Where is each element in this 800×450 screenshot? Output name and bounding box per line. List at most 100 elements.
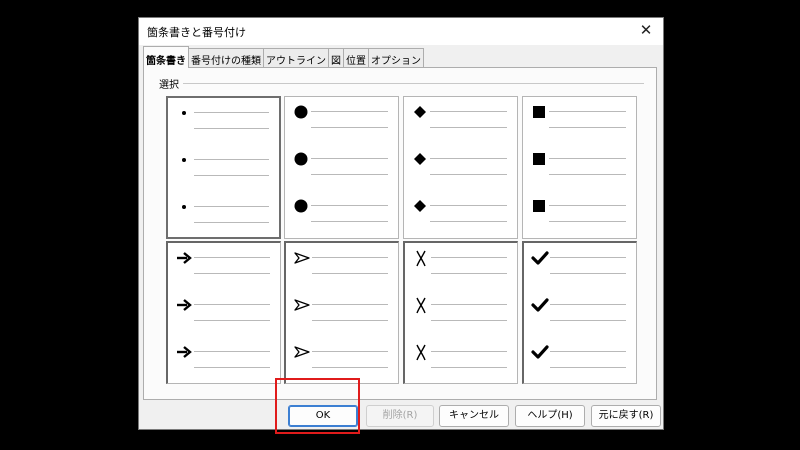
placeholder-text-line xyxy=(312,367,388,368)
tab-numbering-type[interactable]: 番号付けの種類 xyxy=(188,48,264,68)
placeholder-text-line xyxy=(312,304,388,305)
placeholder-text-line xyxy=(311,205,388,206)
placeholder-text-line xyxy=(194,112,269,113)
diamond-bullet-icon xyxy=(410,197,430,215)
placeholder-text-line xyxy=(549,205,626,206)
button-bar: OK 削除(R) キャンセル ヘルプ(H) 元に戻す(R) xyxy=(139,405,663,427)
bullet-style-option-small-dot-bullet[interactable] xyxy=(166,96,281,239)
placeholder-text-line xyxy=(311,174,388,175)
ok-button[interactable]: OK xyxy=(288,405,358,427)
square-bullet-icon xyxy=(529,103,549,121)
bullet-style-option-arrow-bullet[interactable] xyxy=(166,241,281,384)
placeholder-text-line xyxy=(194,273,270,274)
square-bullet-icon xyxy=(529,197,549,215)
x-mark-bullet-icon xyxy=(411,249,431,267)
arrowhead-bullet-icon xyxy=(292,343,312,361)
large-circle-bullet-icon xyxy=(291,103,311,121)
small-dot-bullet-icon xyxy=(174,151,194,169)
help-button[interactable]: ヘルプ(H) xyxy=(515,405,585,427)
placeholder-text-line xyxy=(550,304,626,305)
placeholder-text-line xyxy=(311,111,388,112)
checkmark-bullet-icon xyxy=(530,343,550,361)
placeholder-text-line xyxy=(549,127,626,128)
tab-bullets[interactable]: 箇条書き xyxy=(143,46,189,68)
placeholder-text-line xyxy=(312,351,388,352)
placeholder-text-line xyxy=(430,221,507,222)
checkmark-bullet-icon xyxy=(530,296,550,314)
tab-position[interactable]: 位置 xyxy=(343,48,369,68)
diamond-bullet-icon xyxy=(410,150,430,168)
bullet-style-option-x-mark-bullet[interactable] xyxy=(403,241,518,384)
placeholder-text-line xyxy=(431,257,507,258)
arrowhead-bullet-icon xyxy=(292,249,312,267)
placeholder-text-line xyxy=(550,257,626,258)
cancel-button[interactable]: キャンセル xyxy=(439,405,509,427)
placeholder-text-line xyxy=(549,158,626,159)
title-bar: 箇条書きと番号付け ✕ xyxy=(139,18,663,45)
large-circle-bullet-icon xyxy=(291,197,311,215)
placeholder-text-line xyxy=(431,273,507,274)
bullets-panel: 選択 xyxy=(143,67,657,400)
placeholder-text-line xyxy=(549,221,626,222)
placeholder-text-line xyxy=(311,158,388,159)
placeholder-text-line xyxy=(312,257,388,258)
arrow-bullet-icon xyxy=(174,343,194,361)
placeholder-text-line xyxy=(194,222,269,223)
placeholder-text-line xyxy=(430,127,507,128)
placeholder-text-line xyxy=(550,273,626,274)
placeholder-text-line xyxy=(311,127,388,128)
delete-button[interactable]: 削除(R) xyxy=(366,405,434,427)
arrow-bullet-icon xyxy=(174,296,194,314)
placeholder-text-line xyxy=(550,320,626,321)
selection-group-label: 選択 xyxy=(159,76,183,91)
placeholder-text-line xyxy=(194,175,269,176)
placeholder-text-line xyxy=(194,320,270,321)
placeholder-text-line xyxy=(194,304,270,305)
group-divider xyxy=(159,83,644,84)
close-icon[interactable]: ✕ xyxy=(637,21,655,39)
bullets-numbering-dialog: 箇条書きと番号付け ✕ 箇条書き 番号付けの種類 アウトライン 図 位置 オプシ… xyxy=(138,17,664,430)
tab-outline[interactable]: アウトライン xyxy=(263,48,329,68)
placeholder-text-line xyxy=(194,128,269,129)
arrowhead-bullet-icon xyxy=(292,296,312,314)
placeholder-text-line xyxy=(430,111,507,112)
placeholder-text-line xyxy=(194,206,269,207)
placeholder-text-line xyxy=(312,273,388,274)
arrow-bullet-icon xyxy=(174,249,194,267)
tab-options[interactable]: オプション xyxy=(368,48,424,68)
tab-picture[interactable]: 図 xyxy=(328,48,344,68)
placeholder-text-line xyxy=(430,205,507,206)
placeholder-text-line xyxy=(430,158,507,159)
placeholder-text-line xyxy=(311,221,388,222)
x-mark-bullet-icon xyxy=(411,296,431,314)
placeholder-text-line xyxy=(194,351,270,352)
placeholder-text-line xyxy=(549,174,626,175)
placeholder-text-line xyxy=(312,320,388,321)
placeholder-text-line xyxy=(430,174,507,175)
placeholder-text-line xyxy=(431,320,507,321)
placeholder-text-line xyxy=(194,159,269,160)
dialog-title: 箇条書きと番号付け xyxy=(147,26,246,39)
tab-strip: 箇条書き 番号付けの種類 アウトライン 図 位置 オプション xyxy=(143,46,424,68)
placeholder-text-line xyxy=(550,367,626,368)
large-circle-bullet-icon xyxy=(291,150,311,168)
placeholder-text-line xyxy=(431,304,507,305)
small-dot-bullet-icon xyxy=(174,104,194,122)
placeholder-text-line xyxy=(194,367,270,368)
bullet-style-option-diamond-bullet[interactable] xyxy=(403,96,518,239)
reset-button[interactable]: 元に戻す(R) xyxy=(591,405,661,427)
placeholder-text-line xyxy=(194,257,270,258)
bullet-style-option-arrowhead-bullet[interactable] xyxy=(284,241,399,384)
diamond-bullet-icon xyxy=(410,103,430,121)
placeholder-text-line xyxy=(549,111,626,112)
placeholder-text-line xyxy=(431,367,507,368)
placeholder-text-line xyxy=(550,351,626,352)
bullet-style-option-large-circle-bullet[interactable] xyxy=(284,96,399,239)
square-bullet-icon xyxy=(529,150,549,168)
bullet-style-option-checkmark-bullet[interactable] xyxy=(522,241,637,384)
bullet-style-option-square-bullet[interactable] xyxy=(522,96,637,239)
small-dot-bullet-icon xyxy=(174,198,194,216)
placeholder-text-line xyxy=(431,351,507,352)
x-mark-bullet-icon xyxy=(411,343,431,361)
checkmark-bullet-icon xyxy=(530,249,550,267)
